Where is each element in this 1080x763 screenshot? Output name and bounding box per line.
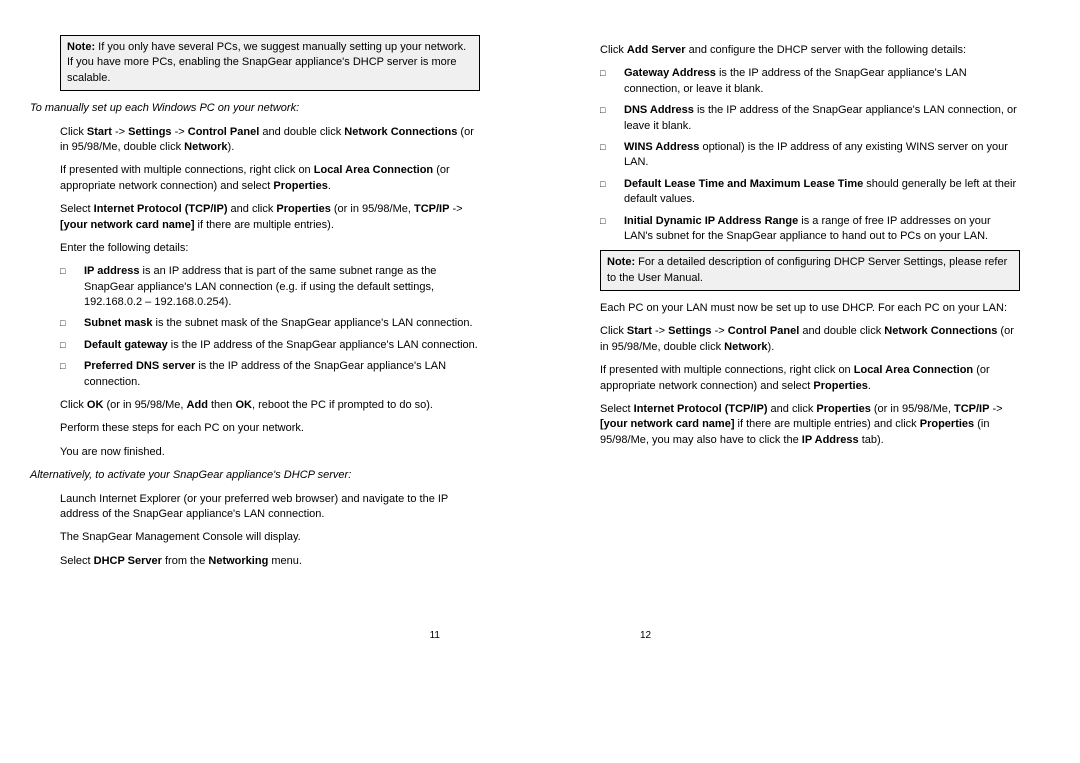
paragraph: Click OK (or in 95/98/Me, Add then OK, r… [60, 398, 480, 413]
paragraph: Click Add Server and configure the DHCP … [600, 43, 1020, 58]
bullet-icon: □ [60, 338, 84, 353]
bullet-list: □ Gateway Address is the IP address of t… [600, 66, 1020, 244]
list-item: □ WINS Address optional) is the IP addre… [600, 140, 1020, 171]
list-item: □ Initial Dynamic IP Address Range is a … [600, 214, 1020, 245]
list-item: □ Default gateway is the IP address of t… [60, 338, 480, 353]
bullet-icon: □ [600, 177, 624, 208]
section-heading: To manually set up each Windows PC on yo… [30, 101, 480, 116]
bullet-list: □ IP address is an IP address that is pa… [60, 264, 480, 390]
paragraph: You are now finished. [60, 445, 480, 460]
note-text: If you only have several PCs, we suggest… [67, 41, 466, 84]
bullet-icon: □ [60, 359, 84, 390]
page-12: Click Add Server and configure the DHCP … [540, 0, 1080, 763]
page-number: 12 [640, 629, 651, 643]
paragraph: Select Internet Protocol (TCP/IP) and cl… [60, 202, 480, 233]
document-spread: Note: If you only have several PCs, we s… [0, 0, 1080, 763]
paragraph: Select DHCP Server from the Networking m… [60, 554, 480, 569]
bullet-icon: □ [600, 214, 624, 245]
paragraph: Click Start -> Settings -> Control Panel… [600, 324, 1020, 355]
bullet-icon: □ [600, 66, 624, 97]
paragraph: Launch Internet Explorer (or your prefer… [60, 492, 480, 523]
bullet-icon: □ [600, 103, 624, 134]
note-label: Note: [67, 41, 95, 53]
page-number: 11 [430, 629, 440, 643]
note-text: For a detailed description of configurin… [607, 256, 1007, 283]
paragraph: If presented with multiple connections, … [60, 163, 480, 194]
paragraph: Each PC on your LAN must now be set up t… [600, 301, 1020, 316]
bullet-icon: □ [60, 316, 84, 331]
paragraph: Perform these steps for each PC on your … [60, 421, 480, 436]
list-item: □ Subnet mask is the subnet mask of the … [60, 316, 480, 331]
list-item: □ DNS Address is the IP address of the S… [600, 103, 1020, 134]
bullet-icon: □ [600, 140, 624, 171]
page-11: Note: If you only have several PCs, we s… [0, 0, 540, 763]
note-box: Note: For a detailed description of conf… [600, 250, 1020, 291]
bullet-icon: □ [60, 264, 84, 310]
note-label: Note: [607, 256, 635, 268]
list-item: □ Default Lease Time and Maximum Lease T… [600, 177, 1020, 208]
list-item: □ IP address is an IP address that is pa… [60, 264, 480, 310]
paragraph: Enter the following details: [60, 241, 480, 256]
paragraph: Click Start -> Settings -> Control Panel… [60, 125, 480, 156]
paragraph: If presented with multiple connections, … [600, 363, 1020, 394]
paragraph: Select Internet Protocol (TCP/IP) and cl… [600, 402, 1020, 448]
list-item: □ Gateway Address is the IP address of t… [600, 66, 1020, 97]
note-box: Note: If you only have several PCs, we s… [60, 35, 480, 91]
section-heading: Alternatively, to activate your SnapGear… [30, 468, 480, 483]
paragraph: The SnapGear Management Console will dis… [60, 530, 480, 545]
list-item: □ Preferred DNS server is the IP address… [60, 359, 480, 390]
